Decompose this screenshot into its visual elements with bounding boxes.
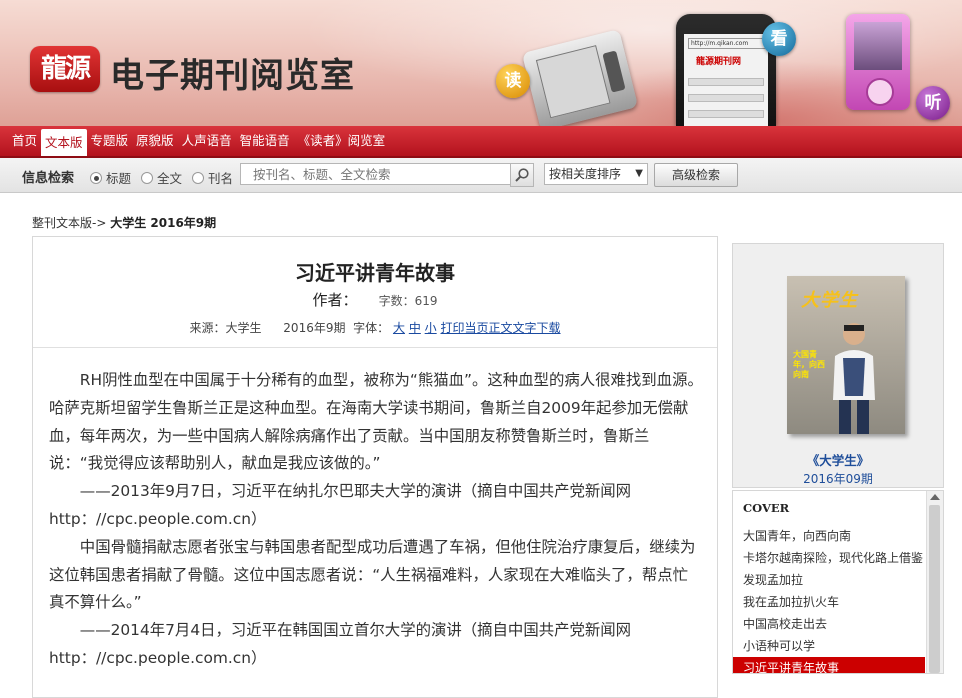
article-author-row: 作者： 字数：619: [33, 289, 717, 310]
divider: [33, 347, 717, 348]
phone-field: [688, 94, 764, 102]
radio-journal[interactable]: 刊名: [192, 168, 233, 186]
toc-item[interactable]: 中国高校走出去: [733, 613, 925, 635]
article-issue: 2016年9期: [283, 321, 346, 335]
scrollbar-thumb[interactable]: [929, 505, 940, 673]
sort-value: 按相关度排序: [549, 167, 622, 181]
cover-panel: 大学生 大国青年，向西向南 《大学生》 2016年09期: [732, 243, 944, 488]
toc-item[interactable]: 小语种可以学: [733, 635, 925, 657]
search-input[interactable]: [240, 163, 524, 185]
phone-screen: http://m.qikan.com 龍源期刊网: [684, 34, 768, 126]
breadcrumb-current[interactable]: 大学生 2016年9期: [110, 216, 216, 230]
toc-item[interactable]: 我在孟加拉扒火车: [733, 591, 925, 613]
font-size-small[interactable]: 小: [425, 321, 437, 335]
advanced-search-button[interactable]: 高级检索: [654, 163, 738, 187]
toc-item[interactable]: 大国青年，向西向南: [733, 525, 925, 547]
search-icon: [515, 168, 529, 182]
toc-item[interactable]: 发现孟加拉: [733, 569, 925, 591]
nav-topic-edition[interactable]: 专题版: [87, 126, 133, 156]
article-panel: 习近平讲青年故事 作者： 字数：619 来源：大学生 2016年9期 字体： 大…: [32, 236, 718, 698]
radio-label: 全文: [157, 171, 183, 186]
font-size-large[interactable]: 大: [393, 321, 405, 335]
cover-caption[interactable]: 《大学生》: [733, 450, 943, 469]
nav-duzhe-reading-room[interactable]: 《读者》阅览室: [294, 126, 390, 156]
phone-logo: 龍源期刊网: [696, 57, 742, 67]
longyuan-logo[interactable]: 龍源: [30, 46, 100, 92]
radio-label: 刊名: [208, 171, 234, 186]
sort-select[interactable]: 按相关度排序 ▼: [544, 163, 648, 185]
magazine-cover[interactable]: 大学生 大国青年，向西向南: [787, 276, 905, 434]
radio-dot[interactable]: [141, 172, 153, 184]
nav-home[interactable]: 首页: [0, 126, 41, 156]
mp3-wheel: [866, 78, 894, 106]
radio-label: 标题: [106, 171, 132, 186]
print-link[interactable]: 打印当页正文文字: [441, 321, 537, 335]
breadcrumb: 整刊文本版-> 大学生 2016年9期: [32, 214, 216, 231]
phone-field: [688, 110, 764, 118]
nav-smart-voice[interactable]: 智能语音: [236, 126, 294, 156]
header-banner: 龍源 电子期刊阅览室 http://m.qikan.com 龍源期刊网 读 看 …: [0, 0, 962, 126]
toc-heading: COVER: [743, 501, 790, 515]
cover-date: 2016年09期: [803, 472, 873, 486]
toc-item-active[interactable]: 习近平讲青年故事: [733, 657, 925, 673]
cover-photo-person: [833, 323, 875, 434]
toc-scrollbar[interactable]: [926, 491, 943, 673]
radio-fulltext[interactable]: 全文: [141, 168, 182, 186]
site-title: 电子期刊阅览室: [110, 56, 355, 96]
phone-url: http://m.qikan.com: [688, 38, 766, 49]
breadcrumb-link[interactable]: 整刊文本版->: [32, 216, 106, 230]
font-size-label: 字体：: [353, 321, 390, 335]
ereader-screen: [535, 45, 611, 119]
radio-dot[interactable]: [192, 172, 204, 184]
main-nav: 首页 文本版 专题版 原貌版 人声语音 智能语音 《读者》阅览室: [0, 126, 962, 158]
read-badge: 读: [496, 64, 530, 98]
toc-item[interactable]: 卡塔尔越南探险，现代化路上借鉴: [733, 547, 925, 569]
article-paragraph: 中国骨髓捐献志愿者张宝与韩国患者配型成功后遭遇了车祸，但他住院治疗康复后，继续为…: [49, 537, 696, 612]
article-meta: 来源：大学生 2016年9期 字体： 大 中 小 打印当页正文文字下载: [33, 319, 717, 336]
cover-headline: 大国青年，向西向南: [793, 350, 825, 379]
phone-illustration: http://m.qikan.com 龍源期刊网: [676, 14, 776, 126]
download-link[interactable]: 下载: [537, 321, 561, 335]
nav-original-edition[interactable]: 原貌版: [132, 126, 178, 156]
mp3-player-illustration: [846, 14, 910, 110]
cover-masthead: 大学生: [801, 290, 858, 311]
toc-list: 大国青年，向西向南 卡塔尔越南探险，现代化路上借鉴 发现孟加拉 我在孟加拉扒火车…: [733, 525, 925, 673]
search-button[interactable]: [510, 163, 534, 187]
phone-field: [688, 78, 764, 86]
article-title: 习近平讲青年故事: [295, 261, 455, 285]
nav-text-edition[interactable]: 文本版: [41, 129, 87, 156]
mp3-screen: [854, 22, 902, 70]
article-paragraph: RH阴性血型在中国属于十分稀有的血型，被称为“熊猫血”。这种血型的病人很难找到血…: [49, 371, 703, 473]
article-source: 来源：大学生: [189, 321, 262, 335]
listen-badge: 听: [916, 86, 950, 120]
nav-human-voice[interactable]: 人声语音: [178, 126, 236, 156]
search-label: 信息检索: [22, 171, 75, 186]
article-body: RH阴性血型在中国属于十分稀有的血型，被称为“熊猫血”。这种血型的病人很难找到血…: [49, 367, 703, 673]
article-paragraph: ——2013年9月7日，习近平在纳扎尔巴耶夫大学的演讲（摘自中国共产党新闻网ht…: [49, 482, 632, 528]
scroll-up-icon[interactable]: [930, 494, 940, 500]
article-author: 作者：: [312, 291, 358, 309]
radio-title[interactable]: 标题: [90, 168, 131, 186]
look-badge: 看: [762, 22, 796, 56]
caret-down-icon: ▼: [635, 168, 643, 179]
radio-dot-selected[interactable]: [90, 172, 102, 184]
table-of-contents: COVER 大国青年，向西向南 卡塔尔越南探险，现代化路上借鉴 发现孟加拉 我在…: [732, 490, 944, 674]
font-size-medium[interactable]: 中: [409, 321, 421, 335]
article-word-count: 字数：619: [378, 294, 438, 308]
article-paragraph: ——2014年7月4日，习近平在韩国国立首尔大学的演讲（摘自中国共产党新闻网ht…: [49, 621, 632, 667]
